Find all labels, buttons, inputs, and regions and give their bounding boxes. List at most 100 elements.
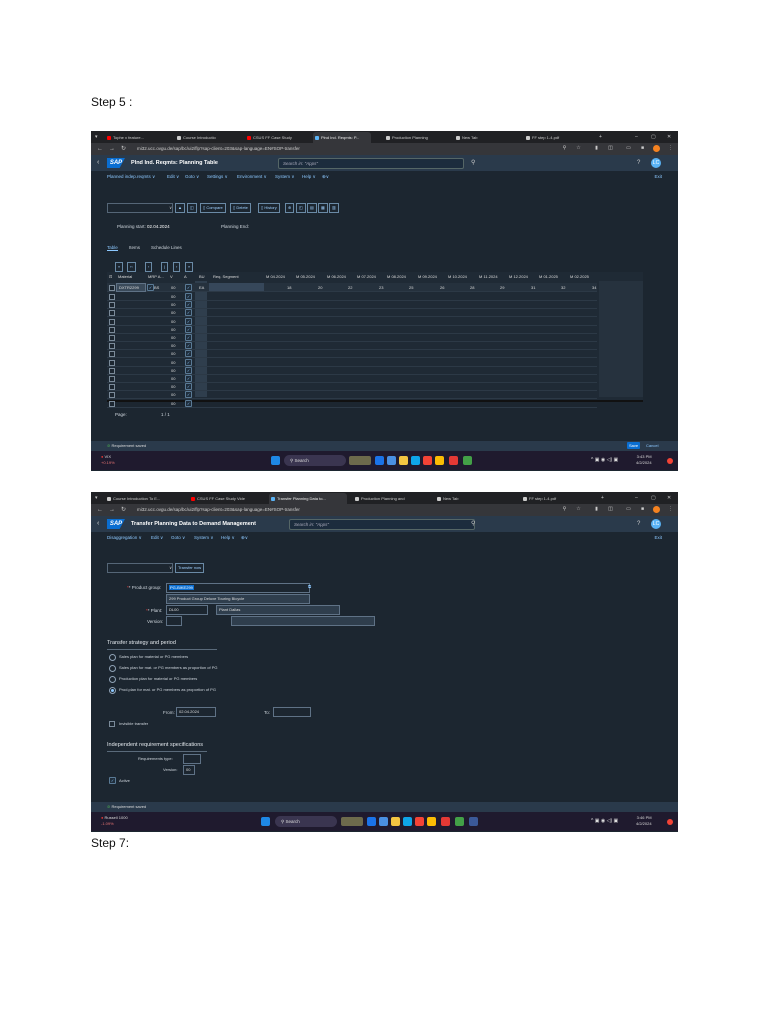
minimize-icon[interactable]: – <box>635 492 638 504</box>
active-check-icon[interactable]: ✓ <box>185 309 192 317</box>
stock-widget[interactable]: ● Russell 1000 -1.09% <box>101 815 128 827</box>
app-icon[interactable] <box>375 456 384 465</box>
back-icon[interactable]: ← <box>97 504 103 516</box>
qty-cell[interactable]: 22 <box>348 285 352 290</box>
from-date-field[interactable]: 02.04.2024 <box>176 707 216 717</box>
puzzle-icon[interactable]: ◫ <box>607 506 614 513</box>
tab-table[interactable]: Table <box>107 245 118 251</box>
menu-item[interactable]: Edit ∨ <box>151 532 163 544</box>
column-header[interactable]: A <box>184 274 187 279</box>
url-field[interactable]: mi32.ucc.ovgu.de/sap/bc/ui2/flp?sap-clie… <box>137 505 557 515</box>
column-header[interactable]: M 10.2024 <box>448 274 467 279</box>
exit-link[interactable]: Exit <box>654 532 662 544</box>
material-field[interactable]: DXTR2299 <box>116 283 146 292</box>
active-check-icon[interactable]: ✓ <box>185 399 192 407</box>
browser-tab[interactable]: Course Introduction To E... <box>105 493 183 504</box>
save-button[interactable]: Save <box>627 442 641 449</box>
avatar[interactable]: LC <box>651 158 661 168</box>
menu-item[interactable]: System ∨ <box>194 532 214 544</box>
table-row[interactable] <box>107 399 597 408</box>
chrome-icon[interactable] <box>435 456 444 465</box>
row-selector[interactable] <box>109 302 115 309</box>
req-type-field[interactable] <box>183 754 201 764</box>
menu-item[interactable]: ⊕∨ <box>322 171 329 183</box>
column-header[interactable]: Req. Segment <box>213 274 239 279</box>
notification-icon[interactable] <box>667 819 673 825</box>
prev-col-button[interactable]: | <box>161 262 169 272</box>
menu-item[interactable]: ⊕∨ <box>241 532 248 544</box>
close-icon[interactable]: ✕ <box>667 131 671 143</box>
column-header[interactable]: M 06.2024 <box>327 274 346 279</box>
active-checkbox[interactable]: ✓ <box>109 777 116 784</box>
app-icon[interactable] <box>367 817 376 826</box>
minimize-icon[interactable]: – <box>635 131 638 143</box>
qty-cell[interactable]: 18 <box>287 285 291 290</box>
row-selector[interactable] <box>109 367 115 374</box>
tray-icons[interactable]: ^ ▣ ◉ ◁) ▣ <box>591 456 618 465</box>
menu-item[interactable]: Help ∨ <box>302 171 316 183</box>
app-icon[interactable] <box>469 817 478 826</box>
app-icon[interactable] <box>423 456 432 465</box>
row-selector[interactable] <box>109 376 115 382</box>
row-selector[interactable] <box>109 310 115 317</box>
radio-production-plan[interactable] <box>109 676 116 683</box>
prev-page-button[interactable]: ‹‹ <box>127 262 136 272</box>
browser-tab-active[interactable]: Plnd Ind. Reqmts: P... <box>313 132 371 143</box>
widget-icon[interactable] <box>349 456 371 465</box>
qty-cell[interactable]: 34 <box>592 285 596 290</box>
forward-icon[interactable]: → <box>109 504 115 516</box>
menu-item[interactable]: Environment ∨ <box>237 171 267 183</box>
tool-button[interactable]: ▤ <box>307 203 317 213</box>
browser-tab[interactable]: New Tab <box>454 132 506 143</box>
puzzle-icon[interactable]: ◫ <box>607 145 614 152</box>
active-check-icon[interactable]: ✓ <box>185 375 192 382</box>
browser-tab[interactable]: Tophe x feature... <box>105 132 157 143</box>
column-header[interactable]: M 04.2024 <box>266 274 285 279</box>
browser-tab[interactable]: CSUS FF Case Study Vide <box>189 493 261 504</box>
active-check-icon[interactable]: ✓ <box>185 293 192 300</box>
row-selector[interactable] <box>109 335 115 341</box>
search-icon[interactable]: ⚲ <box>471 519 475 529</box>
stock-widget[interactable]: ● VIX +0.19% <box>101 454 115 466</box>
search-icon[interactable]: ⚲ <box>471 158 475 168</box>
column-header[interactable]: BU <box>199 274 205 279</box>
value-help-icon[interactable]: ⧉ <box>308 584 311 589</box>
file-explorer-icon[interactable] <box>399 456 408 465</box>
tool-button[interactable]: ⊕ <box>285 203 295 213</box>
account-icon[interactable] <box>653 506 660 513</box>
cancel-button[interactable]: Cancel <box>646 442 658 449</box>
radio-prod-plan-proportion[interactable] <box>109 687 116 694</box>
tab-schedule-lines[interactable]: Schedule Lines <box>151 245 182 250</box>
qty-cell[interactable]: 25 <box>409 285 413 290</box>
history-button[interactable]: ▯ History <box>258 203 280 213</box>
new-tab-icon[interactable]: + <box>601 492 604 504</box>
compare-button[interactable]: ▯ Compare <box>200 203 226 213</box>
save-icon-button[interactable]: ▲ <box>175 203 185 213</box>
taskbar-search[interactable]: ⚲ Search <box>275 816 337 827</box>
sidebar-icon[interactable]: ▭ <box>625 506 632 513</box>
menu-item[interactable]: Goto ∨ <box>171 532 185 544</box>
version2-field[interactable]: 00 <box>183 765 195 775</box>
sidebar-icon[interactable]: ▭ <box>625 145 632 152</box>
column-header[interactable]: M 12.2024 <box>509 274 528 279</box>
star-icon[interactable]: ☆ <box>575 506 582 513</box>
qty-cell[interactable]: 23 <box>379 285 383 290</box>
avatar[interactable]: LC <box>651 519 661 529</box>
active-check-icon[interactable]: ✓ <box>185 317 192 325</box>
active-check-icon[interactable]: ✓ <box>185 383 192 391</box>
active-check-icon[interactable]: ✓ <box>185 350 192 358</box>
radio-sales-plan[interactable] <box>109 654 116 661</box>
delete-button[interactable]: ▯ Delete <box>230 203 251 213</box>
windows-start-icon[interactable] <box>261 817 270 826</box>
tab-search-icon[interactable]: ▾ <box>95 131 98 143</box>
tool-button[interactable]: ▥ <box>329 203 339 213</box>
prev-button[interactable]: ‹ <box>145 262 153 272</box>
active-check-icon[interactable]: ✓ <box>185 358 192 366</box>
clock[interactable]: 3:46 PM 4/2/2024 <box>636 815 652 827</box>
menu-item[interactable]: Help ∨ <box>221 532 235 544</box>
row-selector[interactable] <box>109 318 115 325</box>
column-header[interactable]: M 05.2024 <box>296 274 315 279</box>
qty-cell[interactable]: 32 <box>561 285 565 290</box>
command-field[interactable]: ∨ <box>107 563 173 573</box>
qty-cell[interactable]: 29 <box>500 285 504 290</box>
